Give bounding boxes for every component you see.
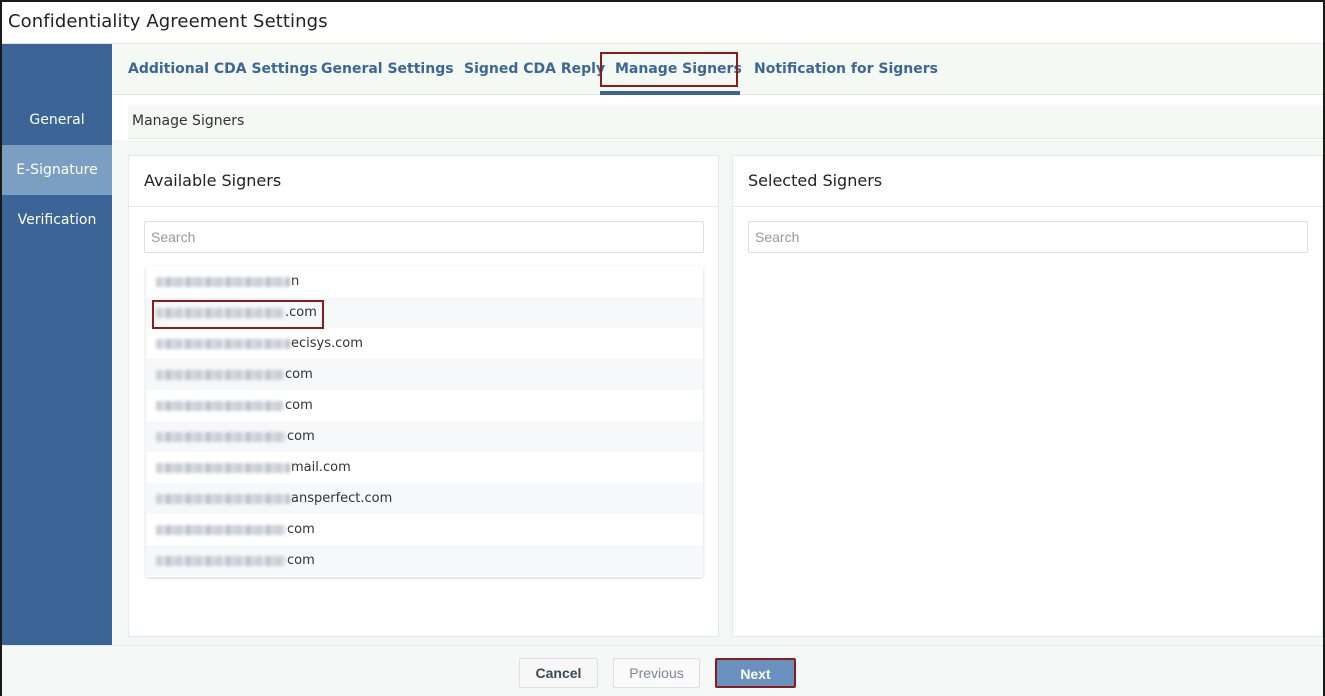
list-item[interactable]: com [146, 514, 703, 545]
sidebar: General E-Signature Verification [2, 44, 112, 645]
available-signers-title: Available Signers [144, 171, 282, 190]
list-item[interactable]: com [146, 390, 703, 421]
selected-item-highlight [152, 300, 324, 329]
list-item[interactable]: ecisys.com [146, 328, 703, 359]
available-signers-list: n .com ecisys.com com com com mail.com a… [146, 266, 703, 577]
list-item[interactable]: n [146, 266, 703, 297]
tab-strip: Additional CDA Settings General Settings… [112, 44, 1323, 95]
available-search-input[interactable] [144, 221, 704, 253]
tab-signed-cda-reply[interactable]: Signed CDA Reply [464, 44, 605, 95]
selected-signers-panel: Selected Signers [732, 155, 1323, 637]
available-signers-panel: Available Signers n .com ecisys.com com … [128, 155, 719, 637]
list-item[interactable]: com [146, 359, 703, 390]
list-item[interactable]: mail.com [146, 452, 703, 483]
active-tab-indicator [600, 91, 740, 95]
list-item[interactable]: com [146, 421, 703, 452]
next-button[interactable]: Next [715, 658, 796, 688]
section-header: Manage Signers [128, 105, 1323, 139]
sidebar-item-e-signature[interactable]: E-Signature [2, 145, 112, 195]
sidebar-item-verification[interactable]: Verification [2, 195, 112, 245]
tab-general-settings[interactable]: General Settings [321, 44, 454, 95]
tab-notification-for-signers[interactable]: Notification for Signers [754, 44, 938, 95]
list-item[interactable]: ansperfect.com [146, 483, 703, 514]
previous-button[interactable]: Previous [613, 658, 700, 688]
list-item[interactable]: com [146, 545, 703, 576]
tab-additional-cda-settings[interactable]: Additional CDA Settings [128, 44, 318, 95]
selected-signers-title: Selected Signers [748, 171, 883, 190]
cancel-button[interactable]: Cancel [519, 658, 598, 688]
app-window: Confidentiality Agreement Settings Gener… [0, 0, 1325, 696]
tab-highlight-box [600, 52, 738, 87]
selected-search-input[interactable] [748, 221, 1308, 253]
section-title: Manage Signers [132, 113, 245, 129]
sidebar-item-general[interactable]: General [2, 95, 112, 145]
window-title: Confidentiality Agreement Settings [8, 11, 328, 32]
title-bar: Confidentiality Agreement Settings [2, 2, 1323, 44]
